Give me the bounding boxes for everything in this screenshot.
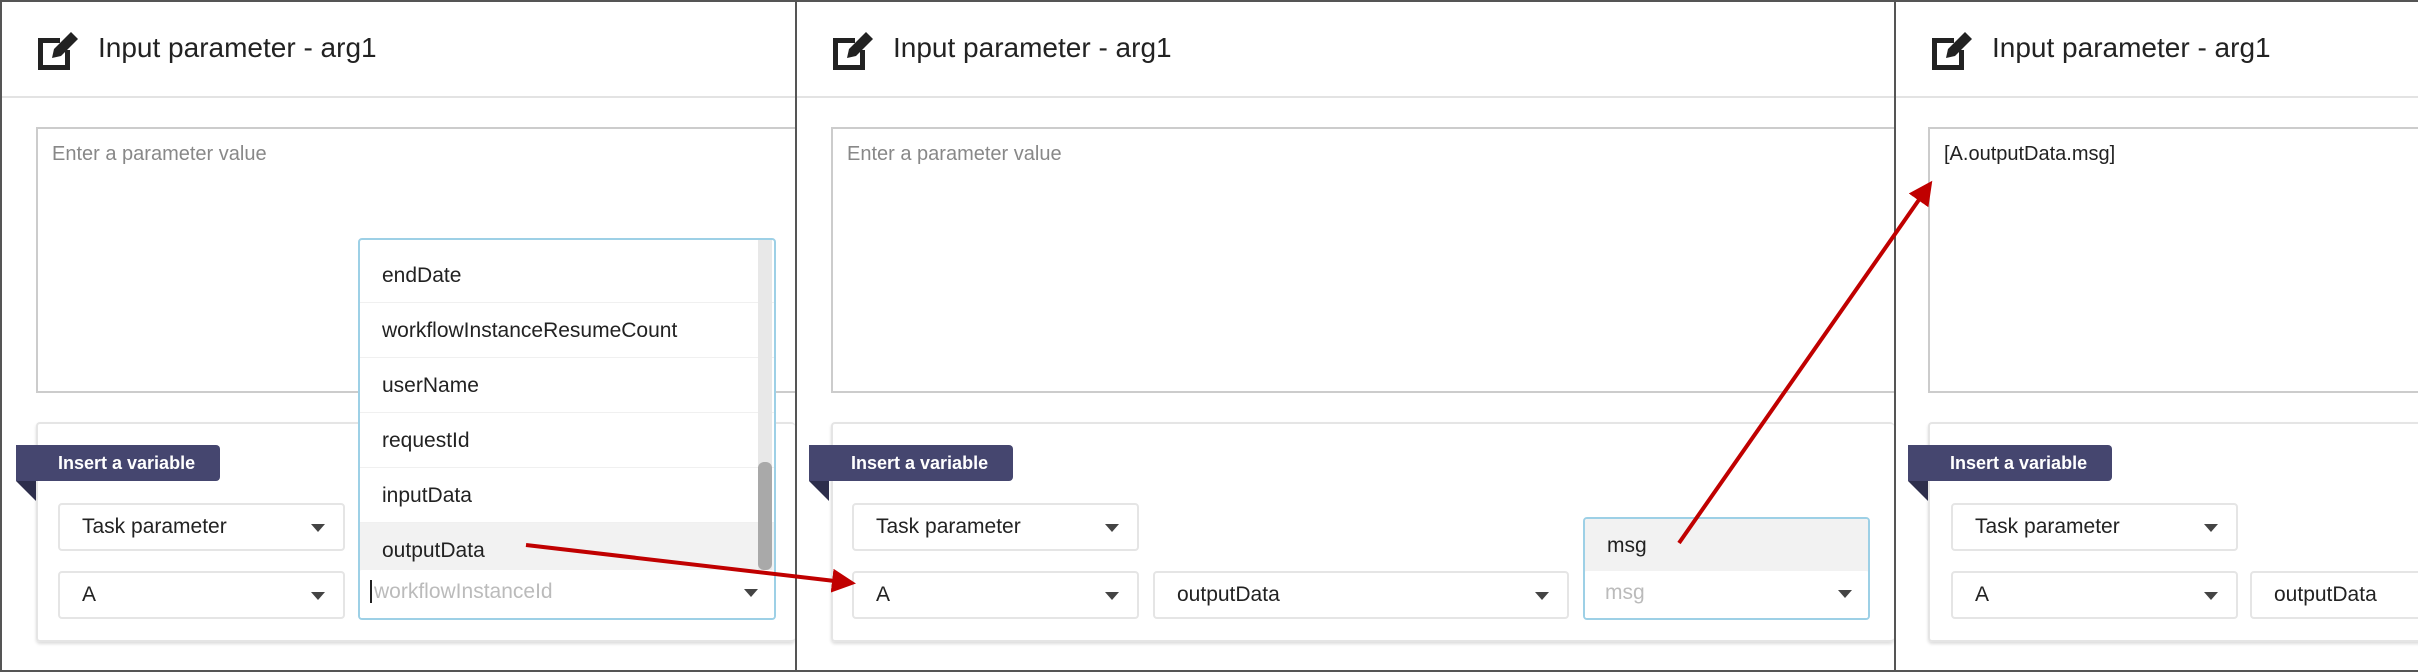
- field-select[interactable]: outputData: [2250, 571, 2418, 619]
- field-select-placeholder: workflowInstanceId: [370, 580, 553, 603]
- field-dropdown: endDate workflowInstanceResumeCount user…: [358, 238, 776, 620]
- dialog-header: Input parameter - arg1: [1896, 2, 2418, 98]
- field-select[interactable]: outputData: [1153, 571, 1569, 619]
- dialog-title: Input parameter - arg1: [1992, 32, 2271, 63]
- field-select-value: outputData: [2274, 583, 2377, 606]
- task-select-value: A: [876, 583, 891, 606]
- source-select-value: Task parameter: [82, 515, 227, 538]
- source-select[interactable]: Task parameter: [852, 503, 1139, 551]
- source-select[interactable]: Task parameter: [1951, 503, 2238, 551]
- edit-icon: [1932, 32, 1972, 70]
- dropdown-item[interactable]: requestId: [360, 413, 774, 468]
- dropdown-item[interactable]: inputData: [360, 468, 774, 523]
- task-select-value: A: [82, 583, 97, 606]
- caret-down-icon: [744, 589, 758, 597]
- insert-variable-label: Insert a variable: [16, 445, 220, 481]
- subfield-placeholder: msg: [1605, 581, 1645, 604]
- field-select-value: outputData: [1177, 583, 1280, 606]
- dropdown-scrollbar[interactable]: [758, 240, 772, 572]
- dialog-title: Input parameter - arg1: [98, 32, 377, 63]
- panel-3: Input parameter - arg1 [A.outputData.msg…: [1894, 0, 2418, 672]
- subfield-select-input[interactable]: msg: [1585, 571, 1868, 618]
- panel-2: Input parameter - arg1 Enter a parameter…: [795, 0, 1896, 672]
- source-select[interactable]: Task parameter: [58, 503, 345, 551]
- panel-1: Input parameter - arg1 Enter a parameter…: [0, 0, 797, 672]
- caret-down-icon: [1105, 592, 1119, 600]
- field-select-input[interactable]: workflowInstanceId: [360, 570, 774, 618]
- dropdown-item[interactable]: userName: [360, 358, 774, 413]
- edit-icon: [38, 32, 78, 70]
- source-select-value: Task parameter: [1975, 515, 2120, 538]
- dialog-header: Input parameter - arg1: [2, 2, 795, 98]
- insert-variable-label: Insert a variable: [1908, 445, 2112, 481]
- insert-variable-label: Insert a variable: [809, 445, 1013, 481]
- dropdown-item[interactable]: endDate: [360, 248, 774, 303]
- caret-down-icon: [1838, 590, 1852, 598]
- dropdown-item-highlighted[interactable]: msg: [1585, 519, 1868, 572]
- caret-down-icon: [311, 524, 325, 532]
- edit-icon: [833, 32, 873, 70]
- parameter-value-textarea[interactable]: [A.outputData.msg]: [1928, 127, 2418, 393]
- parameter-value-textarea[interactable]: Enter a parameter value: [831, 127, 1894, 393]
- source-select-value: Task parameter: [876, 515, 1021, 538]
- dropdown-item[interactable]: workflowInstanceResumeCount: [360, 303, 774, 358]
- caret-down-icon: [2204, 592, 2218, 600]
- banner-fold: [1908, 481, 1928, 501]
- task-select-value: A: [1975, 583, 1990, 606]
- banner-fold: [16, 481, 36, 501]
- banner-fold: [809, 481, 829, 501]
- task-select[interactable]: A: [58, 571, 345, 619]
- scrollbar-thumb[interactable]: [758, 462, 772, 570]
- caret-down-icon: [311, 592, 325, 600]
- caret-down-icon: [1105, 524, 1119, 532]
- task-select[interactable]: A: [852, 571, 1139, 619]
- dialog-title: Input parameter - arg1: [893, 32, 1172, 63]
- task-select[interactable]: A: [1951, 571, 2238, 619]
- caret-down-icon: [1535, 592, 1549, 600]
- subfield-dropdown: msg msg: [1583, 517, 1870, 620]
- caret-down-icon: [2204, 524, 2218, 532]
- dialog-header: Input parameter - arg1: [797, 2, 1894, 98]
